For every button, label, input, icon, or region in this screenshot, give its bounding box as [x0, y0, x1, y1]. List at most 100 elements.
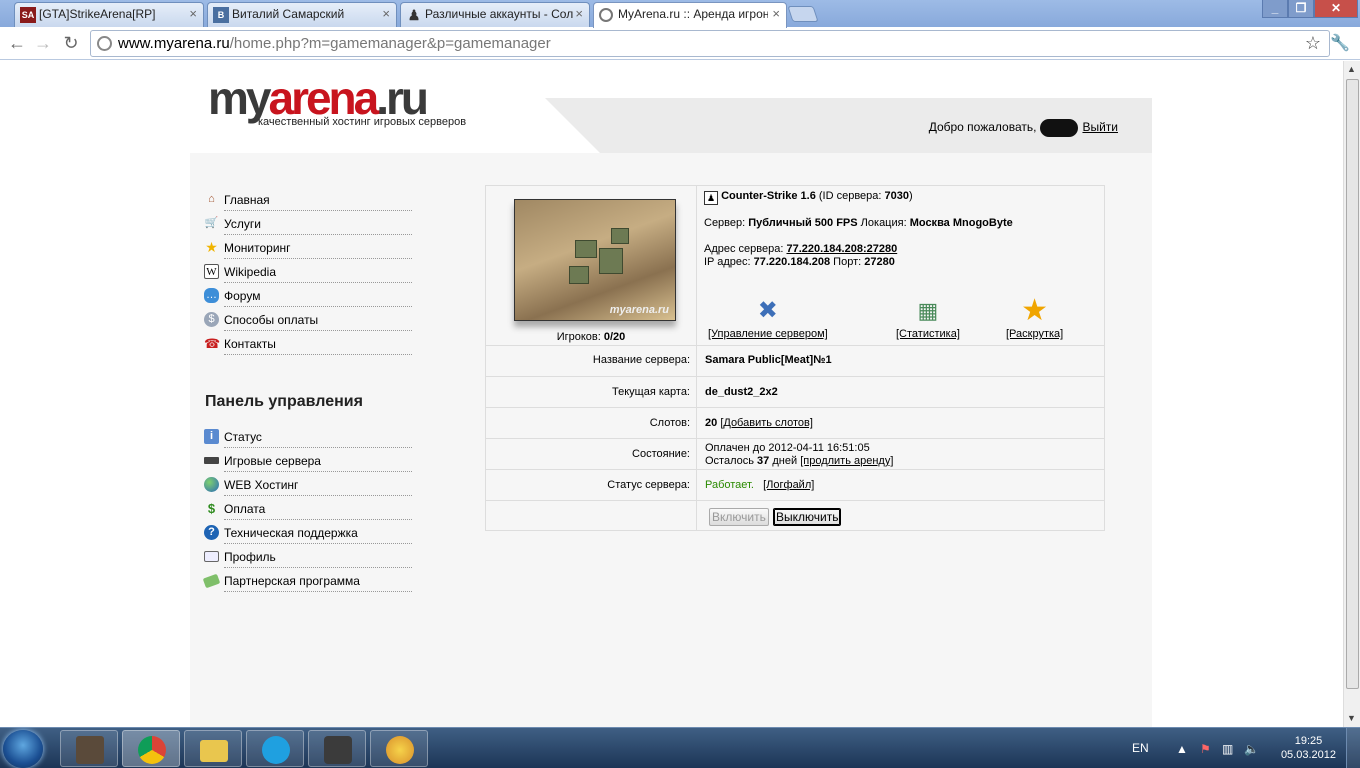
manage-server-action[interactable]: ✖ [Управление сервером]	[708, 296, 828, 340]
menu-label: Wikipedia	[224, 265, 277, 279]
page-scrollbar[interactable]: ▲ ▼	[1343, 61, 1360, 727]
back-arrow-icon[interactable]: ←	[6, 33, 28, 53]
panel-item-support[interactable]: ? Техническая поддержка	[204, 520, 412, 544]
stats-icon: ▦	[917, 298, 939, 323]
start-button[interactable]	[3, 730, 43, 768]
taskbar-explorer[interactable]	[184, 730, 242, 767]
welcome-text: Добро пожаловать,	[928, 120, 1037, 135]
panel-item-payment[interactable]: $ Оплата	[208, 496, 412, 520]
url-path: /home.php?m=gamemanager&p=gamemanager	[229, 35, 551, 52]
menu-item-home[interactable]: ⌂ Главная	[208, 187, 412, 211]
remaining-prefix: Осталось	[705, 455, 754, 467]
page-globe-icon	[97, 36, 112, 51]
menu-item-contacts[interactable]: ☎ Контакты	[204, 331, 412, 355]
new-tab-button[interactable]	[787, 6, 819, 22]
paint-icon	[386, 736, 414, 764]
players-label: Игроков:	[556, 331, 601, 343]
taskbar-gta-app[interactable]	[60, 730, 118, 767]
menu-item-services[interactable]: 🛒 Услуги	[205, 211, 412, 235]
promotion-action[interactable]: ★ [Раскрутка]	[1006, 296, 1063, 341]
ip-line: IP адрес: 77.220.184.208 Порт: 27280	[704, 256, 1099, 269]
url-text[interactable]: www.myarena.ru/home.php?m=gamemanager&p=…	[118, 35, 551, 52]
minimize-button[interactable]: _	[1262, 0, 1288, 18]
panel-item-profile[interactable]: Профиль	[204, 544, 412, 568]
panel-title: Панель управления	[205, 393, 363, 410]
tab-strikearena[interactable]: SA [GTA]StrikeArena[RP] ×	[14, 2, 204, 27]
server-panel: myarena.ru Игроков: 0/20 ♟ Counter-Strik…	[485, 185, 1105, 531]
menu-label: Контакты	[224, 337, 276, 351]
row-current-map: Текущая карта: de_dust2_2x2	[486, 376, 1104, 407]
show-desktop-button[interactable]	[1346, 728, 1360, 768]
promotion-link[interactable]: [Раскрутка]	[1006, 328, 1063, 340]
statistics-link[interactable]: [Статистика]	[896, 328, 960, 340]
tab-title: Виталий Самарский	[232, 7, 345, 21]
panel-item-game-servers[interactable]: Игровые сервера	[204, 448, 412, 472]
server-id: 7030	[884, 190, 910, 202]
players-value: 0/20	[603, 331, 626, 343]
tab-accounts[interactable]: ♟ Различные аккаунты - Сол ×	[400, 2, 590, 27]
scroll-down-icon[interactable]: ▼	[1347, 713, 1356, 723]
close-tab-icon[interactable]: ×	[189, 3, 197, 25]
menu-item-forum[interactable]: … Форум	[204, 283, 412, 307]
forward-arrow-icon[interactable]: →	[32, 33, 54, 53]
map-value: de_dust2_2x2	[705, 386, 778, 398]
tab-vk[interactable]: B Виталий Самарский ×	[207, 2, 397, 27]
map-crate	[575, 240, 597, 258]
gun-icon	[204, 457, 219, 464]
reload-icon[interactable]: ↻	[60, 33, 82, 53]
volume-icon[interactable]: 🔈	[1244, 742, 1259, 756]
power-on-button[interactable]: Включить	[709, 508, 769, 526]
close-tab-icon[interactable]: ×	[382, 3, 390, 25]
map-crate	[611, 228, 629, 244]
maximize-button[interactable]: ❐	[1288, 0, 1314, 18]
power-off-button[interactable]: Выключить	[773, 508, 842, 526]
panel-item-web-hosting[interactable]: WEB Хостинг	[204, 472, 412, 496]
url-host: www.myarena.ru	[118, 35, 230, 52]
menu-item-monitoring[interactable]: ★ Мониторинг	[205, 235, 412, 259]
menu-label: Профиль	[224, 550, 276, 564]
main-menu: ⌂ Главная 🛒 Услуги ★ Мониторинг W Wikipedia …	[204, 187, 412, 355]
address-bar[interactable]: www.myarena.ru/home.php?m=gamemanager&p=…	[90, 30, 1330, 57]
close-window-button[interactable]: ✕	[1314, 0, 1358, 18]
network-icon[interactable]: ▥	[1222, 742, 1233, 756]
menu-label: Форум	[224, 289, 261, 303]
bookmark-star-icon[interactable]: ☆	[1305, 33, 1321, 54]
clock[interactable]: 19:25 05.03.2012	[1281, 734, 1336, 762]
taskbar-steam[interactable]	[308, 730, 366, 767]
location-label: Локация:	[860, 217, 907, 229]
menu-item-payment-methods[interactable]: $ Способы оплаты	[204, 307, 412, 331]
wrench-menu-icon[interactable]: 🔧	[1330, 33, 1350, 53]
row-label: Статус сервера:	[607, 479, 690, 491]
row-label: Слотов:	[649, 417, 690, 429]
tab-myarena[interactable]: MyArena.ru :: Аренда игрон ×	[593, 2, 787, 28]
action-center-icon[interactable]: ⚑	[1200, 742, 1211, 756]
panel-item-status[interactable]: i Статус	[204, 424, 412, 448]
menu-label: Техническая поддержка	[224, 526, 358, 540]
menu-item-wikipedia[interactable]: W Wikipedia	[204, 259, 412, 283]
panel-item-partner[interactable]: Партнерская программа	[202, 568, 412, 592]
server-name-value: Samara Public[Meat]№1	[705, 354, 832, 366]
logfile-link[interactable]: [Логфайл]	[763, 479, 814, 491]
menu-label: Игровые сервера	[224, 454, 321, 468]
scroll-up-icon[interactable]: ▲	[1347, 64, 1356, 74]
taskbar-paint[interactable]	[370, 730, 428, 767]
language-indicator[interactable]: EN	[1132, 741, 1149, 755]
myarena-logo[interactable]: myarena.ru	[208, 75, 429, 121]
logout-link[interactable]: Выйти	[1082, 120, 1118, 134]
close-tab-icon[interactable]: ×	[575, 3, 583, 25]
manage-server-link[interactable]: [Управление сервером]	[708, 328, 828, 340]
tray-arrow-icon[interactable]: ▲	[1176, 742, 1188, 756]
server-address-link[interactable]: 77.220.184.208:27280	[786, 243, 897, 255]
map-crate	[599, 248, 623, 274]
add-slots-link[interactable]: [Добавить слотов]	[720, 417, 813, 429]
remaining-days: 37	[757, 455, 770, 467]
browser-toolbar: ← → ↻ www.myarena.ru/home.php?m=gamemana…	[0, 27, 1360, 60]
taskbar-chrome[interactable]	[122, 730, 180, 767]
statistics-action[interactable]: ▦ [Статистика]	[896, 296, 960, 340]
scroll-thumb[interactable]	[1346, 79, 1359, 689]
close-tab-icon[interactable]: ×	[772, 3, 780, 25]
extend-rent-link[interactable]: [продлить аренду]	[800, 455, 893, 467]
menu-label: Услуги	[224, 217, 261, 231]
taskbar-skype[interactable]	[246, 730, 304, 767]
welcome-area: Добро пожаловать, Выйти	[929, 119, 1118, 137]
